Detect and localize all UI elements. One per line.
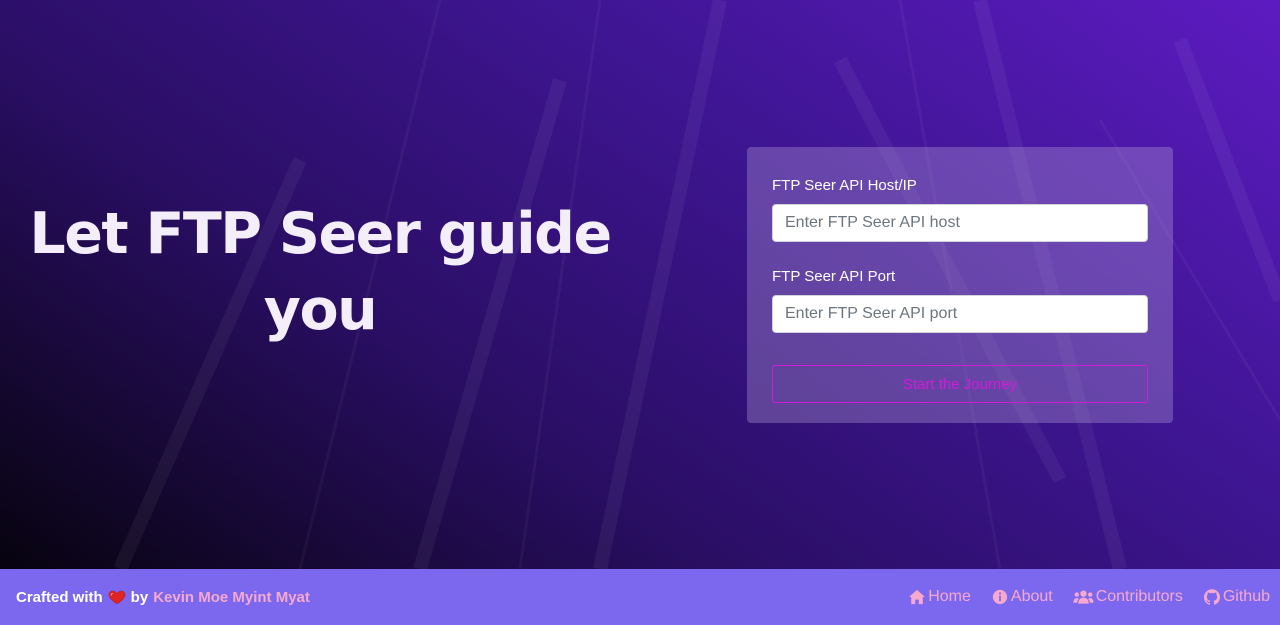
nav-about-label: About xyxy=(1010,588,1053,605)
port-label: FTP Seer API Port xyxy=(772,268,896,285)
footer-nav: Home About Contributors Github xyxy=(908,588,1270,606)
nav-contributors-link[interactable]: Contributors xyxy=(1073,588,1183,606)
hero-title: Let FTP Seer guide you xyxy=(29,201,612,343)
nav-contributors-label: Contributors xyxy=(1095,588,1183,605)
nav-home-link[interactable]: Home xyxy=(908,588,971,606)
nav-home-label: Home xyxy=(928,588,971,605)
footer: Crafted with by Kevin Moe Myint Myat Hom… xyxy=(0,569,1280,625)
by-text: by xyxy=(130,588,149,606)
author-link[interactable]: Kevin Moe Myint Myat xyxy=(153,589,310,606)
api-config-form: FTP Seer API Host/IP FTP Seer API Port S… xyxy=(747,147,1173,423)
footer-credit: Crafted with by Kevin Moe Myint Myat xyxy=(16,588,310,606)
hero-section: Let FTP Seer guide you FTP Seer API Host… xyxy=(0,0,1280,569)
nav-github-link[interactable]: Github xyxy=(1203,588,1270,606)
host-label: FTP Seer API Host/IP xyxy=(772,177,917,194)
users-icon xyxy=(1073,590,1094,604)
port-input[interactable] xyxy=(772,295,1148,333)
nav-about-link[interactable]: About xyxy=(991,588,1053,606)
info-circle-icon xyxy=(992,589,1008,605)
start-journey-button[interactable]: Start the Journey xyxy=(772,365,1148,403)
github-icon xyxy=(1203,589,1220,605)
host-input[interactable] xyxy=(772,204,1148,242)
heart-icon xyxy=(108,590,125,605)
nav-github-label: Github xyxy=(1222,588,1270,605)
home-icon xyxy=(909,589,926,605)
crafted-with-text: Crafted with xyxy=(16,588,103,606)
